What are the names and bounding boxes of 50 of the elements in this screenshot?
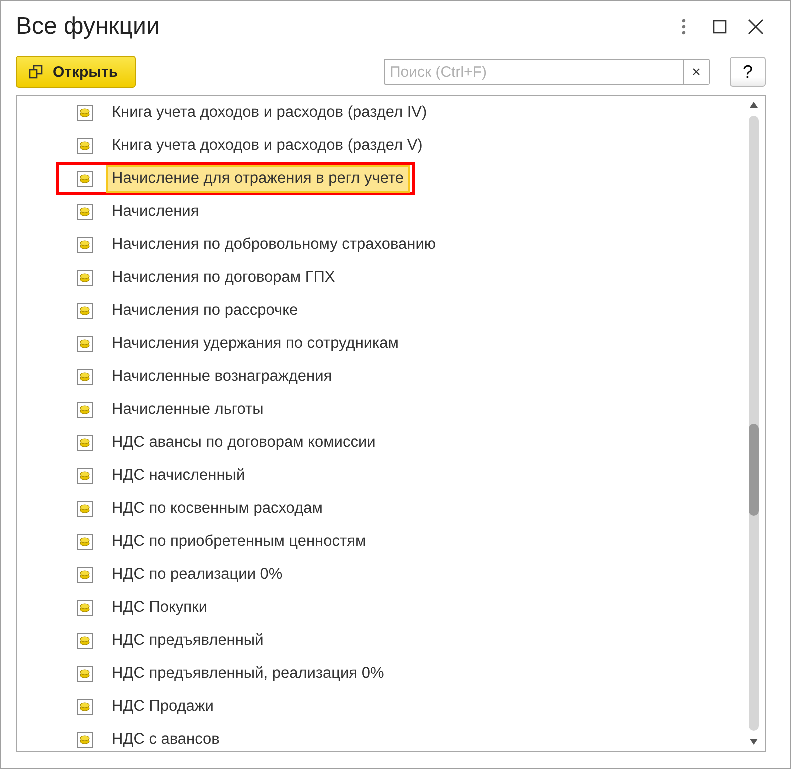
- function-item[interactable]: Начисления по добровольному страхованию: [106, 230, 442, 258]
- function-item[interactable]: Начисление для отражения в регл учете: [106, 164, 410, 192]
- coins-icon: [77, 566, 93, 582]
- function-item[interactable]: НДС по приобретенным ценностям: [106, 528, 372, 556]
- coins-icon: [77, 204, 93, 220]
- windows-icon: [29, 65, 43, 79]
- function-item[interactable]: Начисленные вознаграждения: [106, 362, 338, 390]
- function-item[interactable]: Начисленные льготы: [106, 396, 270, 424]
- function-item[interactable]: НДС по косвенным расходам: [106, 494, 329, 522]
- coins-icon: [77, 302, 93, 318]
- function-item[interactable]: НДС Продажи: [106, 692, 220, 720]
- function-item[interactable]: Начисления по договорам ГПХ: [106, 264, 342, 292]
- coins-icon: [77, 500, 93, 516]
- coins-icon: [77, 600, 93, 616]
- coins-icon: [77, 732, 93, 748]
- scrollbar[interactable]: [749, 116, 759, 731]
- coins-icon: [77, 138, 93, 154]
- coins-icon: [77, 170, 93, 186]
- coins-icon: [77, 698, 93, 714]
- coins-icon: [77, 104, 93, 120]
- close-icon[interactable]: [746, 17, 766, 37]
- help-button[interactable]: ?: [730, 57, 766, 87]
- window-title: Все функции: [16, 13, 161, 41]
- clear-button[interactable]: ×: [683, 60, 709, 84]
- function-item[interactable]: НДС с авансов: [106, 726, 226, 751]
- function-item[interactable]: НДС предъявленный, реализация 0%: [106, 660, 390, 688]
- coins-icon: [77, 270, 93, 286]
- function-item[interactable]: Книга учета доходов и расходов (раздел IV): [106, 98, 434, 126]
- search-field[interactable]: Поиск (Ctrl+F) ×: [384, 59, 710, 85]
- function-item[interactable]: НДС начисленный: [106, 462, 252, 490]
- scroll-down-icon[interactable]: [750, 739, 758, 745]
- function-item[interactable]: НДС Покупки: [106, 594, 214, 622]
- coins-icon: [77, 666, 93, 682]
- function-item[interactable]: НДС предъявленный: [106, 626, 270, 654]
- function-item[interactable]: Начисления: [106, 198, 206, 226]
- coins-icon: [77, 632, 93, 648]
- function-item[interactable]: Начисления удержания по сотрудникам: [106, 330, 405, 358]
- function-item[interactable]: Книга учета доходов и расходов (раздел V): [106, 132, 429, 160]
- coins-icon: [77, 236, 93, 252]
- coins-icon: [77, 434, 93, 450]
- coins-icon: [77, 468, 93, 484]
- coins-icon: [77, 336, 93, 352]
- open-button[interactable]: Открыть: [16, 56, 136, 88]
- function-item[interactable]: НДС по реализации 0%: [106, 560, 289, 588]
- scroll-up-icon[interactable]: [750, 102, 758, 108]
- coins-icon: [77, 368, 93, 384]
- coins-icon: [77, 402, 93, 418]
- function-item[interactable]: Начисления по рассрочке: [106, 296, 304, 324]
- coins-icon: [77, 534, 93, 550]
- function-item[interactable]: НДС авансы по договорам комиссии: [106, 428, 382, 456]
